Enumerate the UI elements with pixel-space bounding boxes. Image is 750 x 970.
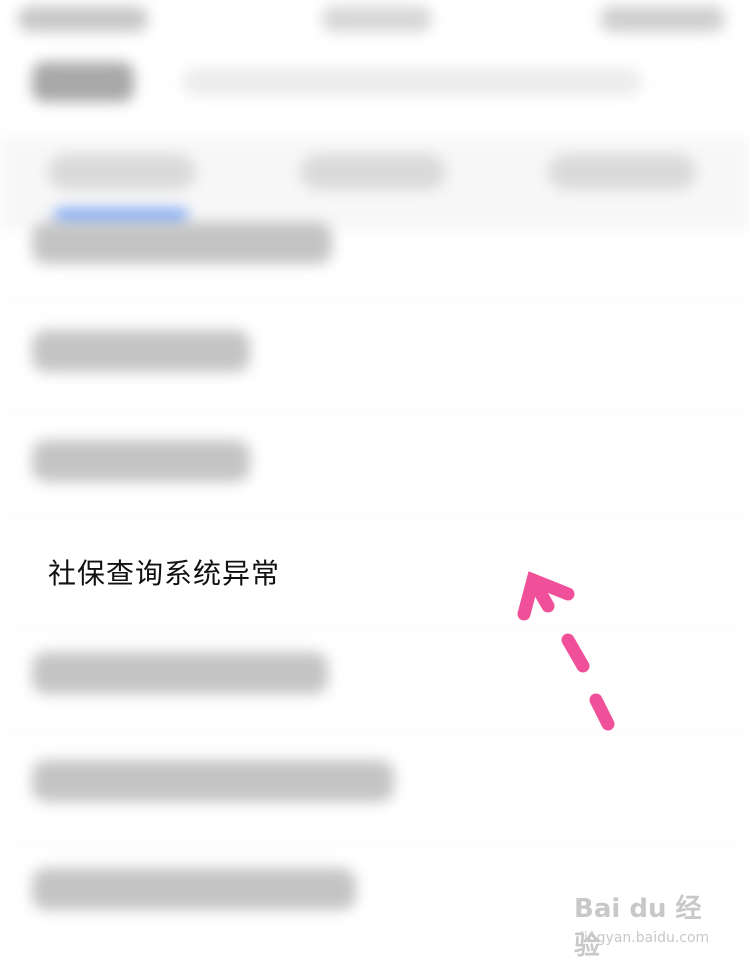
list-item-highlighted[interactable]: 社保查询系统异常 (0, 522, 750, 622)
list-item[interactable] (32, 868, 356, 910)
search-bar[interactable] (182, 68, 642, 96)
divider (0, 300, 750, 301)
divider (0, 410, 750, 411)
tab-1[interactable] (48, 154, 196, 190)
status-bar-left (18, 6, 148, 32)
list-item[interactable] (32, 440, 250, 482)
tab-3[interactable] (548, 154, 696, 190)
active-tab-indicator (54, 210, 188, 218)
header-tag[interactable] (32, 62, 134, 102)
list-item[interactable] (32, 760, 394, 802)
list-item-label: 社保查询系统异常 (48, 557, 281, 590)
list-item[interactable] (32, 222, 332, 264)
tab-bar (0, 138, 750, 230)
list-item[interactable] (32, 330, 250, 372)
tab-2[interactable] (300, 154, 446, 190)
list-item[interactable] (32, 652, 328, 694)
watermark-url: jingyan.baidu.com (580, 930, 710, 946)
divider (0, 624, 750, 625)
divider (0, 840, 750, 841)
divider (0, 518, 750, 519)
blurred-background (0, 0, 750, 970)
watermark-logo: Bai du 经验 (574, 894, 702, 961)
baidu-jingyan-watermark: Bai du 经验 jingyan.baidu.com (574, 888, 724, 961)
divider (0, 732, 750, 733)
status-bar-right (600, 6, 725, 32)
status-bar-center (322, 6, 432, 32)
